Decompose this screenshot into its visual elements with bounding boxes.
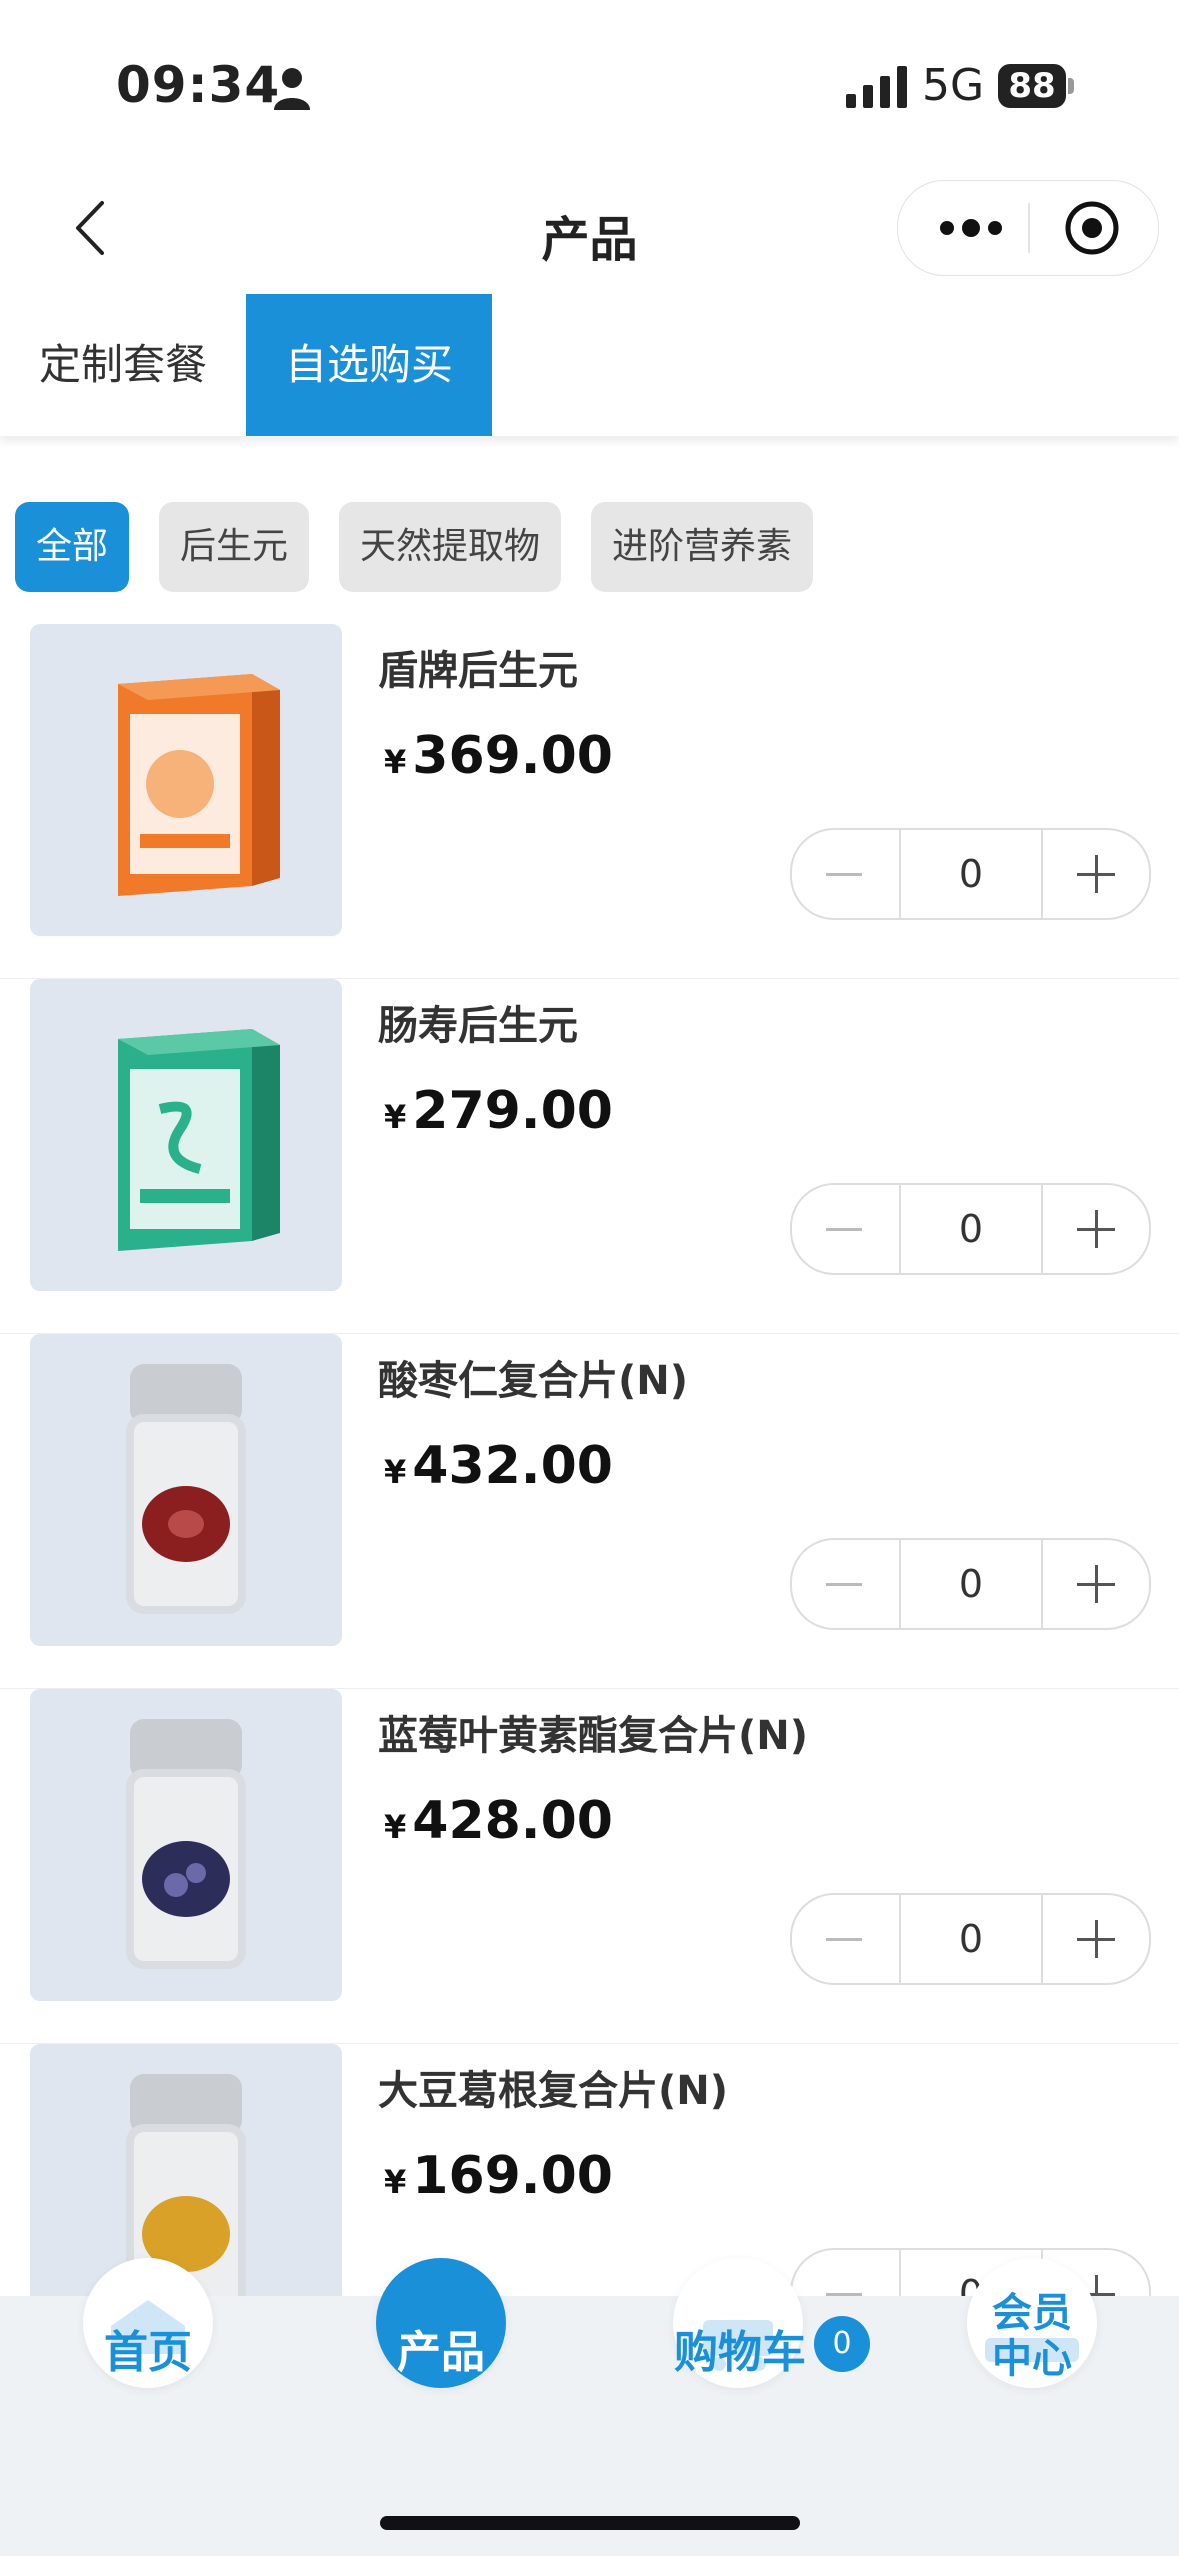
signal-icon bbox=[846, 66, 907, 108]
increase-button[interactable] bbox=[1042, 830, 1147, 918]
nav-cart-label[interactable]: 购物车 bbox=[660, 2316, 820, 2380]
product-name: 盾牌后生元 bbox=[378, 648, 578, 694]
product-price: ¥279.00 bbox=[384, 1081, 613, 1141]
increase-button[interactable] bbox=[1042, 1895, 1147, 1983]
tab-self-purchase[interactable]: 自选购买 bbox=[246, 294, 492, 436]
close-target-icon[interactable] bbox=[1063, 199, 1121, 257]
nav-products-label[interactable]: 产品 bbox=[376, 2316, 506, 2380]
status-time: 09:34 bbox=[116, 56, 281, 114]
product-row: 肠寿后生元 ¥279.00 0 bbox=[0, 979, 1179, 1334]
quantity-stepper: 0 bbox=[790, 1893, 1151, 1985]
quantity-stepper: 0 bbox=[790, 828, 1151, 920]
product-name: 蓝莓叶黄素酯复合片(N) bbox=[378, 1713, 809, 1759]
product-price: ¥428.00 bbox=[384, 1791, 613, 1851]
mini-program-capsule bbox=[897, 180, 1159, 276]
quantity-value[interactable]: 0 bbox=[899, 1895, 1043, 1983]
more-icon[interactable] bbox=[938, 211, 1004, 245]
filter-natural-extracts[interactable]: 天然提取物 bbox=[339, 502, 561, 592]
filter-advanced-nutrients[interactable]: 进阶营养素 bbox=[591, 502, 813, 592]
network-label: 5G bbox=[922, 60, 985, 111]
increase-button[interactable] bbox=[1042, 1540, 1147, 1628]
product-name: 肠寿后生元 bbox=[378, 1003, 578, 1049]
product-price: ¥169.00 bbox=[384, 2146, 613, 2206]
product-image[interactable] bbox=[30, 624, 342, 936]
quantity-value[interactable]: 0 bbox=[899, 1185, 1043, 1273]
product-name: 大豆葛根复合片(N) bbox=[378, 2068, 729, 2114]
product-row: 蓝莓叶黄素酯复合片(N) ¥428.00 0 bbox=[0, 1689, 1179, 2044]
person-icon bbox=[274, 68, 310, 110]
product-price: ¥432.00 bbox=[384, 1436, 613, 1496]
product-price: ¥369.00 bbox=[384, 726, 613, 786]
product-row: 酸枣仁复合片(N) ¥432.00 0 bbox=[0, 1334, 1179, 1689]
filter-all[interactable]: 全部 bbox=[15, 502, 129, 592]
quantity-value[interactable]: 0 bbox=[899, 830, 1043, 918]
decrease-button[interactable] bbox=[792, 1185, 898, 1273]
home-indicator bbox=[380, 2516, 800, 2530]
product-image[interactable] bbox=[30, 979, 342, 1291]
battery-icon: 88 bbox=[998, 64, 1076, 108]
product-image[interactable] bbox=[30, 1334, 342, 1646]
nav-member-label[interactable]: 会员 中心 bbox=[967, 2290, 1097, 2382]
cart-count-badge: 0 bbox=[814, 2316, 870, 2372]
decrease-button[interactable] bbox=[792, 1540, 898, 1628]
product-name: 酸枣仁复合片(N) bbox=[378, 1358, 689, 1404]
tab-custom-package[interactable]: 定制套餐 bbox=[0, 294, 246, 436]
decrease-button[interactable] bbox=[792, 1895, 898, 1983]
decrease-button[interactable] bbox=[792, 830, 898, 918]
nav-home-label[interactable]: 首页 bbox=[83, 2316, 213, 2380]
quantity-stepper: 0 bbox=[790, 1183, 1151, 1275]
product-image[interactable] bbox=[30, 1689, 342, 2001]
product-row: 盾牌后生元 ¥369.00 0 bbox=[0, 624, 1179, 979]
quantity-value[interactable]: 0 bbox=[899, 1540, 1043, 1628]
filter-postbiotics[interactable]: 后生元 bbox=[159, 502, 309, 592]
quantity-stepper: 0 bbox=[790, 1538, 1151, 1630]
increase-button[interactable] bbox=[1042, 1185, 1147, 1273]
battery-level: 88 bbox=[998, 64, 1066, 108]
tab-bar: 定制套餐 自选购买 bbox=[0, 294, 1179, 436]
